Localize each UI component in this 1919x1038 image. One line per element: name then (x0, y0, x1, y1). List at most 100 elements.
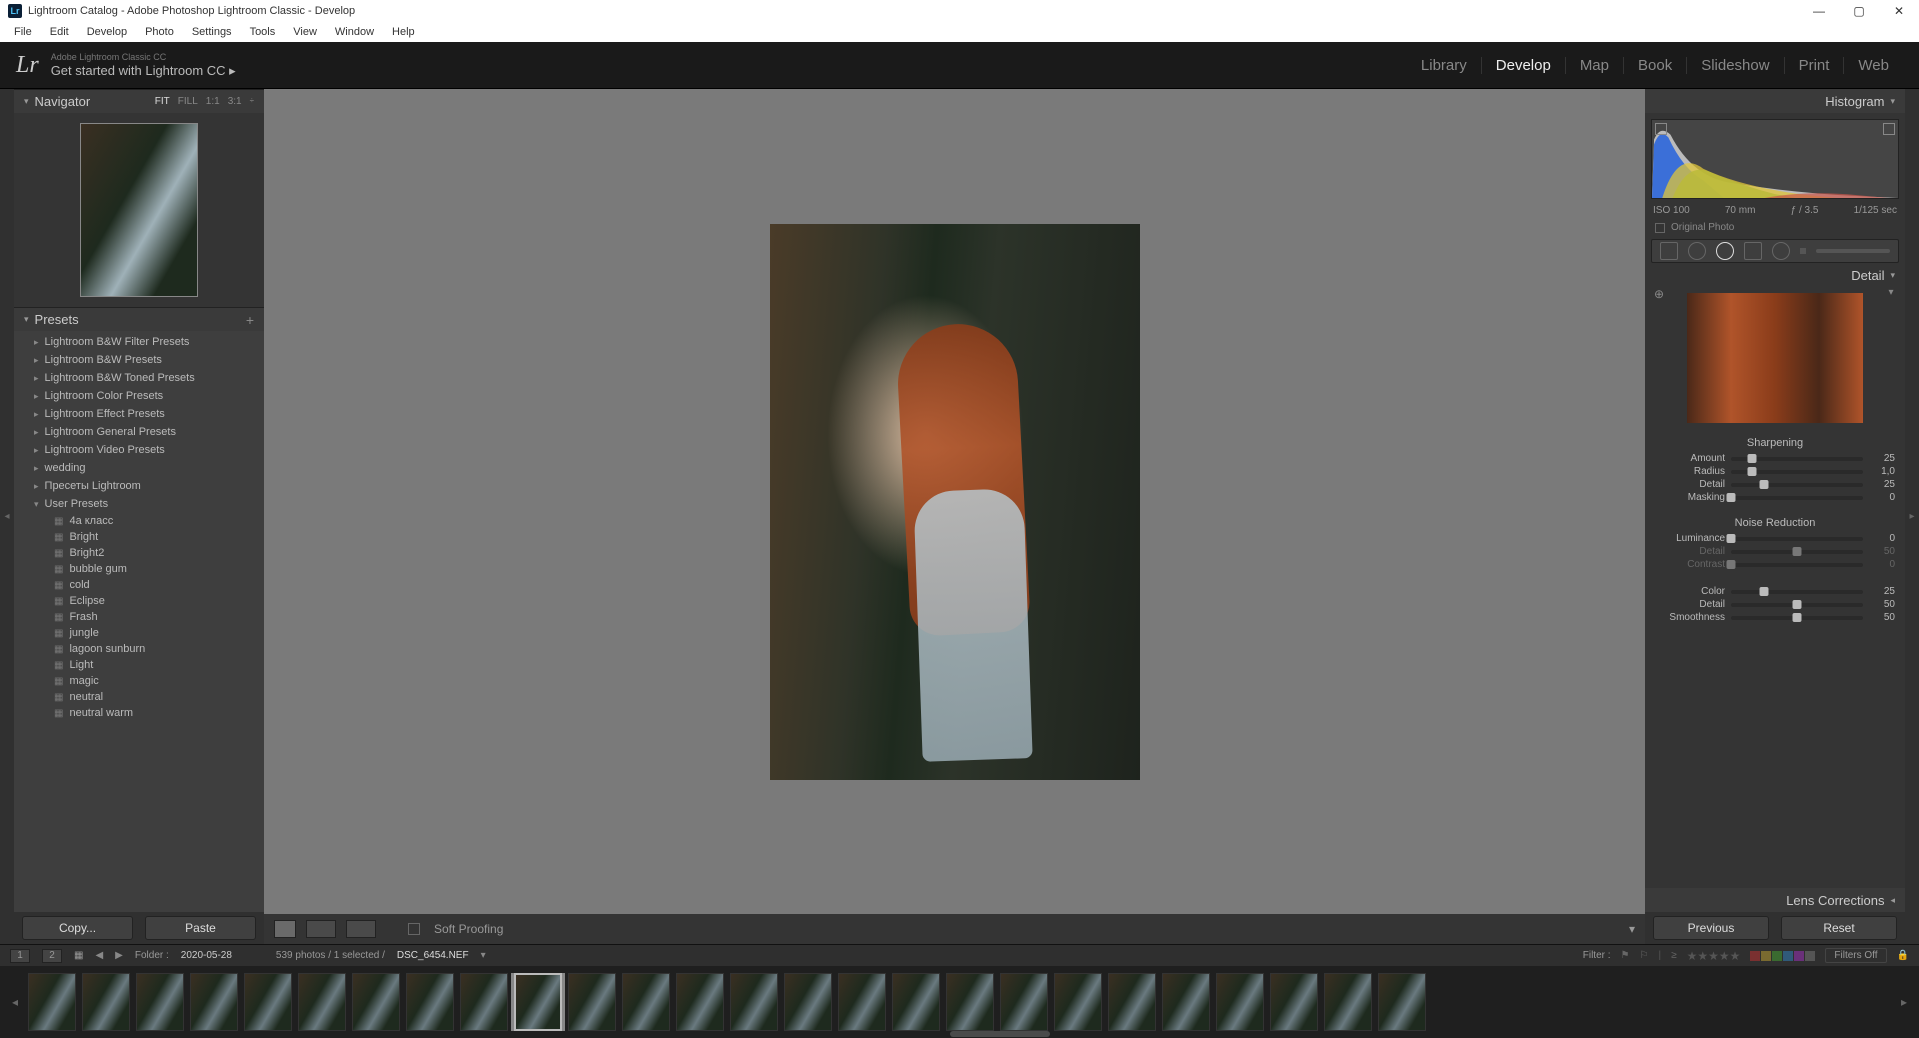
slider-knob[interactable] (1760, 587, 1769, 596)
preset-group[interactable]: Lightroom B&W Toned Presets (14, 369, 264, 387)
original-photo-checkbox[interactable] (1655, 223, 1665, 233)
slider-value[interactable]: 25 (1869, 453, 1895, 464)
menu-settings[interactable]: Settings (184, 24, 240, 40)
preset-item[interactable]: jungle (14, 625, 264, 641)
slider-value[interactable]: 50 (1869, 599, 1895, 610)
zoom-fill[interactable]: FILL (178, 96, 198, 107)
detail-preview[interactable] (1687, 293, 1863, 423)
filmstrip-thumb[interactable] (838, 973, 886, 1031)
menu-help[interactable]: Help (384, 24, 423, 40)
preset-item[interactable]: magic (14, 673, 264, 689)
highlight-clip-icon[interactable] (1883, 123, 1895, 135)
slider-knob[interactable] (1793, 547, 1802, 556)
preset-group-user[interactable]: User Presets (14, 495, 264, 513)
original-photo-row[interactable]: Original Photo (1645, 220, 1905, 235)
nr-luminance-slider[interactable]: Luminance0 (1655, 533, 1895, 544)
image-canvas[interactable] (264, 89, 1645, 914)
preset-group[interactable]: wedding (14, 459, 264, 477)
add-preset-icon[interactable]: + (246, 312, 254, 328)
detail-target-icon[interactable]: ⊕ (1651, 287, 1667, 429)
reset-button[interactable]: Reset (1781, 916, 1897, 940)
filmstrip-thumb[interactable] (1000, 973, 1048, 1031)
slider-knob[interactable] (1760, 480, 1769, 489)
slider-track[interactable] (1731, 590, 1863, 594)
slider-track[interactable] (1731, 470, 1863, 474)
slider-track[interactable] (1731, 616, 1863, 620)
slider-value[interactable]: 50 (1869, 546, 1895, 557)
filmstrip-thumb[interactable] (352, 973, 400, 1031)
slider-knob[interactable] (1727, 493, 1736, 502)
filmstrip-thumb[interactable] (676, 973, 724, 1031)
module-map[interactable]: Map (1566, 57, 1624, 74)
slider-value[interactable]: 0 (1869, 492, 1895, 503)
toolbar-menu-icon[interactable]: ▾ (1629, 922, 1635, 936)
redeye-tool-icon[interactable] (1716, 242, 1734, 260)
preset-group[interactable]: Lightroom General Presets (14, 423, 264, 441)
slider-track[interactable] (1731, 457, 1863, 461)
filmstrip-thumb[interactable] (406, 973, 454, 1031)
slider-track[interactable] (1731, 537, 1863, 541)
filmstrip-thumb[interactable] (298, 973, 346, 1031)
filmstrip-right-icon[interactable]: ▸ (1897, 995, 1911, 1009)
loupe-view-button[interactable] (274, 920, 296, 938)
slider-knob[interactable] (1748, 467, 1757, 476)
filmstrip-thumb[interactable] (460, 973, 508, 1031)
maximize-button[interactable]: ▢ (1839, 4, 1879, 18)
filmstrip-thumb[interactable] (28, 973, 76, 1031)
filmstrip-thumb[interactable] (514, 973, 562, 1031)
menu-file[interactable]: File (6, 24, 40, 40)
copy-button[interactable]: Copy... (22, 916, 133, 940)
filter-gte-icon[interactable]: ≥ (1671, 950, 1677, 961)
filmstrip-thumb[interactable] (136, 973, 184, 1031)
filmstrip-scrollbar[interactable] (950, 1031, 1050, 1037)
module-library[interactable]: Library (1407, 57, 1482, 74)
spot-tool-icon[interactable] (1688, 242, 1706, 260)
filmstrip-thumb[interactable] (82, 973, 130, 1031)
preset-item[interactable]: Light (14, 657, 264, 673)
soft-proof-checkbox[interactable] (408, 923, 420, 935)
preset-item[interactable]: Eclipse (14, 593, 264, 609)
preset-item[interactable]: cold (14, 577, 264, 593)
preset-group[interactable]: Lightroom Color Presets (14, 387, 264, 405)
lens-corrections-header[interactable]: Lens Corrections ◂ (1645, 888, 1905, 912)
preset-item[interactable]: Frash (14, 609, 264, 625)
before-after-y-button[interactable] (346, 920, 376, 938)
presets-header[interactable]: ▾ Presets + (14, 307, 264, 331)
menu-tools[interactable]: Tools (242, 24, 284, 40)
grid-icon[interactable]: ▦ (74, 950, 83, 961)
slider-value[interactable]: 50 (1869, 612, 1895, 623)
filters-off-label[interactable]: Filters Off (1825, 948, 1886, 963)
filmstrip-thumb[interactable] (244, 973, 292, 1031)
slider-knob[interactable] (1793, 613, 1802, 622)
slider-value[interactable]: 1,0 (1869, 466, 1895, 477)
filmstrip-left-icon[interactable]: ◂ (8, 995, 22, 1009)
tool-slider[interactable] (1816, 249, 1890, 253)
menu-view[interactable]: View (285, 24, 325, 40)
nr-color-smoothness-slider[interactable]: Smoothness50 (1655, 612, 1895, 623)
slider-track[interactable] (1731, 550, 1863, 554)
filmstrip-thumb[interactable] (1108, 973, 1156, 1031)
filter-reject-icon[interactable]: ⚐ (1639, 950, 1648, 961)
nr-detail-slider[interactable]: Detail50 (1655, 546, 1895, 557)
slider-value[interactable]: 25 (1869, 586, 1895, 597)
preset-item[interactable]: neutral warm (14, 705, 264, 721)
filter-color-labels[interactable] (1750, 951, 1815, 961)
preset-item[interactable]: 4а класс (14, 513, 264, 529)
preset-item[interactable]: Bright2 (14, 545, 264, 561)
detail-menu-icon[interactable]: ▾ (1883, 287, 1899, 429)
close-button[interactable]: ✕ (1879, 4, 1919, 18)
slider-value[interactable]: 0 (1869, 533, 1895, 544)
previous-button[interactable]: Previous (1653, 916, 1769, 940)
filter-stars[interactable]: ★★★★★ (1687, 949, 1741, 963)
slider-knob[interactable] (1727, 560, 1736, 569)
slider-track[interactable] (1731, 603, 1863, 607)
detail-header[interactable]: Detail ▾ (1645, 263, 1905, 287)
main-window-button[interactable]: 1 (10, 949, 30, 963)
shadow-clip-icon[interactable] (1655, 123, 1667, 135)
crop-tool-icon[interactable] (1660, 242, 1678, 260)
preset-group[interactable]: Lightroom B&W Presets (14, 351, 264, 369)
sharpen-amount-slider[interactable]: Amount25 (1655, 453, 1895, 464)
preset-item[interactable]: bubble gum (14, 561, 264, 577)
filmstrip-thumb[interactable] (784, 973, 832, 1031)
sharpen-radius-slider[interactable]: Radius1,0 (1655, 466, 1895, 477)
